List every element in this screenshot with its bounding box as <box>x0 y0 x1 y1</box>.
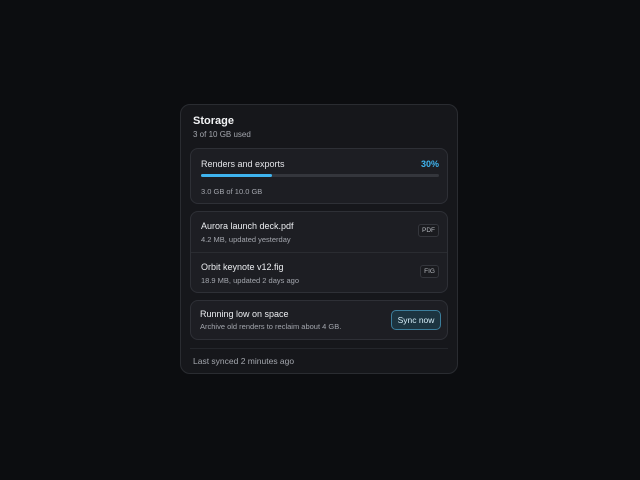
footer-divider <box>190 348 448 349</box>
sync-now-button[interactable]: Sync now <box>391 310 441 330</box>
file-row-orbit[interactable]: Orbit keynote v12.fig 18.9 MB, updated 2… <box>191 252 447 293</box>
last-synced-text: Last synced 2 minutes ago <box>193 356 295 366</box>
storage-card: Storage 3 of 10 GB used Renders and expo… <box>180 104 458 374</box>
file-name: Orbit keynote v12.fig <box>201 262 284 272</box>
usage-label: Renders and exports <box>201 159 285 169</box>
usage-progress-bar <box>201 174 439 177</box>
alert-title: Running low on space <box>200 309 289 319</box>
file-row-aurora[interactable]: Aurora launch deck.pdf 4.2 MB, updated y… <box>191 212 447 252</box>
usage-detail: 3.0 GB of 10.0 GB <box>201 187 263 196</box>
alert-text: Archive old renders to reclaim about 4 G… <box>200 322 342 331</box>
file-meta: 18.9 MB, updated 2 days ago <box>201 276 299 285</box>
card-title: Storage <box>193 115 234 127</box>
file-type-badge: FIG <box>420 265 439 278</box>
file-list: Aurora launch deck.pdf 4.2 MB, updated y… <box>190 211 448 293</box>
low-space-alert: Running low on space Archive old renders… <box>190 300 448 340</box>
card-subtitle: 3 of 10 GB used <box>193 130 251 139</box>
file-meta: 4.2 MB, updated yesterday <box>201 235 291 244</box>
usage-panel: Renders and exports 30% 3.0 GB of 10.0 G… <box>190 148 448 204</box>
file-type-badge: PDF <box>418 224 439 237</box>
usage-progress-fill <box>201 174 273 177</box>
usage-percent: 30% <box>420 159 439 169</box>
file-name: Aurora launch deck.pdf <box>201 221 294 231</box>
